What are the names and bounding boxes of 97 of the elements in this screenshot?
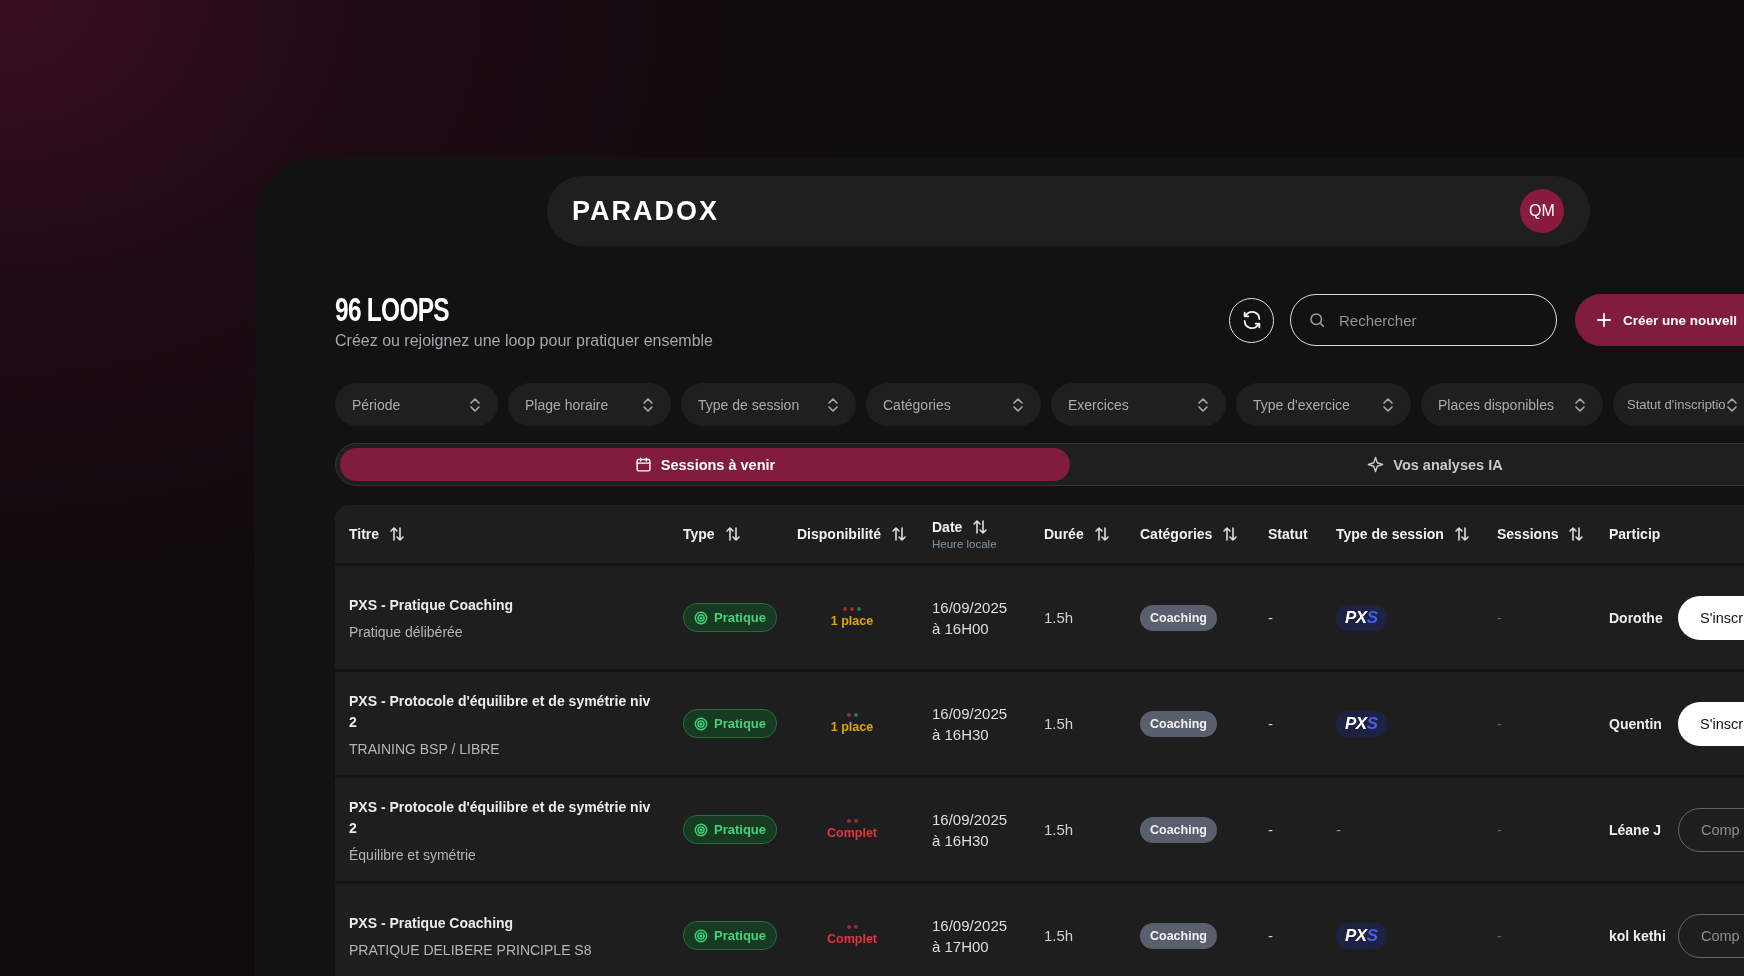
session-type: - (1336, 820, 1341, 838)
search-field[interactable]: Rechercher (1290, 294, 1557, 346)
category-tag: Coaching (1140, 604, 1217, 631)
column-header[interactable]: Type (683, 526, 715, 542)
sessions-count: - (1497, 926, 1502, 944)
session-type-logo: PXS (1336, 710, 1387, 737)
session-time: à 16H30 (932, 831, 990, 849)
column-header[interactable]: Catégories (1140, 526, 1213, 542)
session-date: 16/09/2025 (932, 704, 1009, 722)
calendar-icon (634, 456, 652, 473)
chevron-up-down-icon (1382, 396, 1394, 413)
search-icon (1308, 311, 1326, 329)
column-header[interactable]: Sessions (1497, 526, 1559, 542)
duration: 1.5h (1044, 714, 1074, 732)
filter-dropdown[interactable]: Type d'exercice (1236, 383, 1411, 426)
chevron-up-down-icon (1012, 396, 1024, 413)
sort-icon[interactable] (724, 526, 741, 542)
type-badge: Pratique (683, 921, 777, 950)
tab[interactable]: Vos analyses IA (1070, 448, 1744, 481)
session-date: 16/09/2025 (932, 810, 1009, 828)
session-title: PXS - Pratique Coaching (349, 596, 515, 615)
sort-icon[interactable] (1453, 526, 1470, 542)
category-tag: Coaching (1140, 922, 1217, 949)
sort-icon[interactable] (1568, 526, 1585, 542)
column-header[interactable]: Durée (1044, 526, 1084, 542)
filter-dropdown[interactable]: Type de session (681, 383, 856, 426)
session-title: PXS - Pratique Coaching (349, 914, 515, 933)
column-header[interactable]: Particip (1609, 526, 1661, 542)
category-tag: Coaching (1140, 816, 1217, 843)
chevron-up-down-icon (1574, 396, 1586, 413)
status: - (1268, 820, 1273, 838)
availability-label: 1 place (830, 720, 874, 734)
availability-label: Complet (827, 826, 877, 840)
chevron-up-down-icon (642, 396, 654, 413)
sessions-count: - (1497, 608, 1502, 626)
avatar[interactable]: QM (1520, 189, 1564, 233)
session-subtitle: Pratique délibérée (349, 624, 464, 640)
duration: 1.5h (1044, 820, 1074, 838)
session-subtitle: Équilibre et symétrie (349, 846, 477, 863)
session-action-button[interactable]: S'inscr (1678, 595, 1744, 640)
session-time: à 17H00 (932, 937, 990, 955)
logo: PARADOX (572, 195, 719, 227)
session-date: 16/09/2025 (932, 598, 1009, 616)
filter-dropdown[interactable]: Exercices (1051, 383, 1226, 426)
filter-dropdown[interactable]: Période (335, 383, 498, 426)
sort-icon[interactable] (389, 526, 406, 542)
chevron-up-down-icon (469, 396, 481, 413)
session-time: à 16H00 (932, 619, 990, 637)
sort-icon[interactable] (891, 526, 907, 542)
availability-label: 1 place (830, 614, 874, 628)
sort-icon[interactable] (1093, 526, 1110, 542)
participant-name: Dorothe (1609, 609, 1663, 626)
type-badge: Pratique (683, 709, 777, 738)
column-sublabel: Heure locale (932, 537, 998, 550)
status: - (1268, 714, 1273, 732)
session-time: à 16H30 (932, 725, 990, 743)
session-title: PXS - Protocole d'équilibre et de symétrie niv 2 (349, 797, 652, 838)
session-date: 16/09/2025 (932, 916, 1009, 934)
chevron-up-down-icon (827, 396, 839, 413)
availability-label: Complet (827, 932, 877, 946)
column-header[interactable]: Statut (1268, 526, 1308, 542)
create-button[interactable]: Créer une nouvell (1575, 294, 1744, 346)
plus-icon (1595, 311, 1613, 329)
duration: 1.5h (1044, 926, 1074, 944)
sort-icon[interactable] (1222, 526, 1239, 542)
chevron-up-down-icon (1725, 396, 1738, 413)
sort-icon[interactable] (972, 518, 989, 535)
column-header[interactable]: Titre (349, 526, 380, 542)
chevron-up-down-icon (1197, 396, 1209, 413)
status: - (1268, 926, 1273, 944)
sessions-count: - (1497, 714, 1502, 732)
participant-name: Léane J (1609, 821, 1662, 838)
participant-name: Quentin (1609, 715, 1662, 732)
page-title: 96 LOOPS (335, 290, 449, 328)
type-badge: Pratique (683, 815, 777, 844)
column-header[interactable]: Date (932, 518, 963, 535)
filter-dropdown[interactable]: Statut d'inscriptio (1613, 383, 1744, 426)
session-subtitle: TRAINING BSP / LIBRE (349, 740, 501, 757)
session-type-logo: PXS (1336, 922, 1387, 949)
duration: 1.5h (1044, 608, 1074, 626)
column-header[interactable]: Type de session (1336, 526, 1444, 542)
sparkle-icon (1367, 456, 1385, 473)
status: - (1268, 608, 1273, 626)
filter-dropdown[interactable]: Catégories (866, 383, 1041, 426)
session-subtitle: PRATIQUE DELIBERE PRINCIPLE S8 (349, 942, 593, 958)
sessions-count: - (1497, 820, 1502, 838)
column-header[interactable]: Disponibilité (797, 526, 881, 542)
filter-dropdown[interactable]: Places disponibles (1421, 383, 1603, 426)
type-badge: Pratique (683, 603, 777, 632)
filter-dropdown[interactable]: Plage horaire (508, 383, 671, 426)
session-action-button[interactable]: S'inscr (1678, 701, 1744, 746)
participant-name: kol kethi (1609, 927, 1666, 944)
page-subtitle: Créez ou rejoignez une loop pour pratiquer ensemble (335, 332, 714, 350)
session-type-logo: PXS (1336, 604, 1387, 631)
tab[interactable]: Sessions à venir (340, 448, 1070, 481)
category-tag: Coaching (1140, 710, 1217, 737)
session-title: PXS - Protocole d'équilibre et de symétrie niv 2 (349, 691, 652, 732)
